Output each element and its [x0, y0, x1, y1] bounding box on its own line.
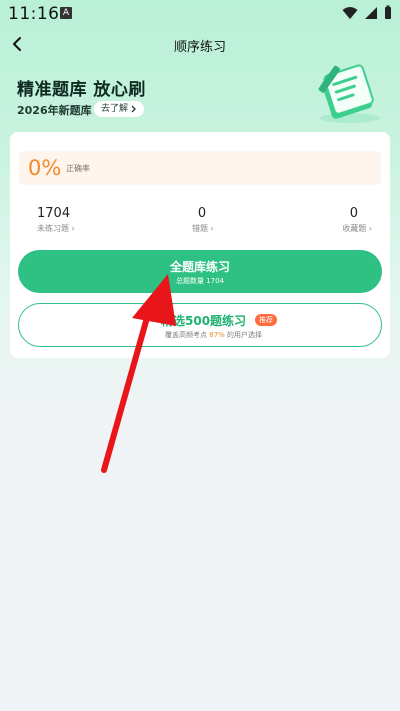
learn-more-label: 去了解	[101, 104, 129, 114]
stat-label: 收藏题 ›	[342, 224, 372, 233]
signal-icon	[365, 6, 377, 19]
stat-label: 未练习题 ›	[37, 224, 75, 233]
app-header: 顺序练习	[0, 30, 400, 60]
select-500-practice-button[interactable]: 精选500题练习 推荐 覆盖高频考点 87% 的用户选择	[18, 303, 382, 347]
notification-app-icon: A	[60, 7, 72, 19]
select-practice-title: 精选500题练习	[161, 314, 247, 328]
stat-label: 错题 ›	[192, 224, 214, 233]
recommend-badge: 推荐	[255, 314, 277, 326]
status-bar: 11:16 A	[0, 0, 400, 28]
accuracy-value: 0%	[28, 156, 62, 180]
accuracy-label: 正确率	[66, 164, 90, 173]
stat-value: 0	[197, 206, 207, 221]
banner-title: 精准题库 放心刷	[17, 80, 146, 100]
full-bank-practice-button[interactable]: 全题库练习 总题数量 1704	[18, 250, 382, 293]
battery-icon	[385, 5, 391, 19]
learn-more-button[interactable]: 去了解	[94, 101, 145, 117]
full-practice-title: 全题库练习	[169, 260, 230, 274]
page-title: 顺序练习	[173, 40, 226, 55]
wifi-icon	[342, 6, 358, 19]
stat-unpracticed[interactable]: 1704 未练习题 ›	[37, 206, 75, 234]
stat-favorites[interactable]: 0 收藏题 ›	[342, 206, 372, 234]
chevron-right-icon	[131, 105, 136, 113]
notebook-pencil-illustration	[316, 64, 380, 123]
stat-value: 1704	[37, 206, 71, 221]
practice-card: 0% 正确率 1704 未练习题 › 0 错题 › 0 收藏题 › 全题库练习 …	[10, 132, 390, 358]
stat-value: 0	[349, 206, 358, 221]
full-practice-subtitle: 总题数量 1704	[175, 277, 225, 285]
banner-subtitle: 2026年新题库	[17, 104, 92, 117]
select-practice-subtitle: 覆盖高频考点 87% 的用户选择	[165, 331, 263, 339]
status-time: 11:16	[8, 4, 60, 24]
accuracy-panel: 0% 正确率	[19, 151, 381, 185]
stat-wrong[interactable]: 0 错题 ›	[192, 206, 214, 234]
